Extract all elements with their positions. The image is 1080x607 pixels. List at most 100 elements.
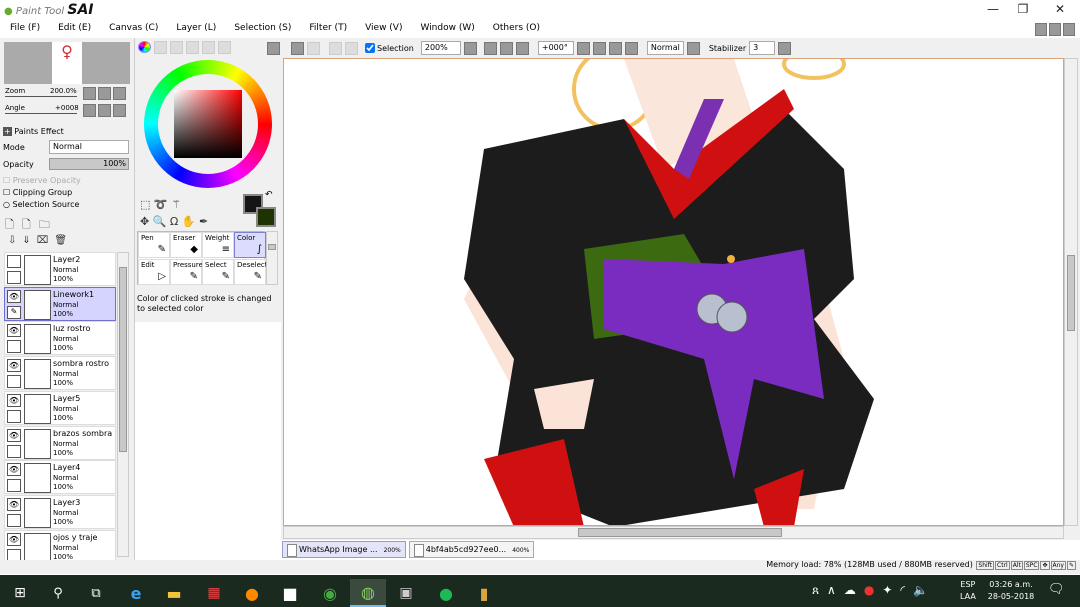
preserve-opacity-checkbox[interactable]: ☐ Preserve Opacity [3, 176, 81, 185]
rotate-tool-icon[interactable]: Ω [170, 215, 178, 228]
horizontal-scrollbar-thumb[interactable] [578, 528, 782, 537]
menu-window[interactable]: Window (W) [410, 20, 482, 38]
undo-button[interactable] [291, 41, 304, 55]
merge-down-icon[interactable]: ⇓ [22, 235, 30, 246]
tool-pressure[interactable]: Pressure ✎ [170, 259, 203, 285]
action-center-icon[interactable]: 🗨 [1048, 582, 1065, 597]
paints-effect-header[interactable]: + Paints Effect [3, 127, 64, 136]
layer-scrollbar[interactable] [117, 252, 129, 557]
vertical-scrollbar-thumb[interactable] [1067, 255, 1075, 331]
layer-row[interactable]: 👁 brazos sombra Normal 100% [4, 425, 116, 460]
opacity-slider[interactable]: 100% [49, 158, 129, 170]
angle-slider[interactable] [5, 113, 77, 114]
hand-icon[interactable]: ✋ [182, 215, 196, 228]
lock-toggle[interactable] [7, 271, 21, 284]
eyedropper-icon[interactable]: ✒ [199, 215, 208, 228]
new-folder-icon[interactable]: 🗀 [39, 216, 50, 235]
secondary-color-swatch[interactable] [256, 207, 276, 227]
stabilizer-dropdown[interactable] [778, 41, 792, 55]
dropbox-icon[interactable]: ✦ [882, 583, 892, 598]
close-button[interactable]: ✕ [1045, 2, 1075, 18]
rect-select-icon[interactable]: ⬚ [140, 198, 150, 211]
hue-wheel[interactable] [144, 60, 272, 188]
color-wheel-tab[interactable] [138, 41, 151, 53]
zoom-dropdown[interactable] [463, 41, 477, 55]
zoom-out-button[interactable] [83, 87, 96, 100]
magic-wand-icon[interactable]: ⚚ [171, 198, 181, 211]
people-icon[interactable]: ጸ [812, 583, 819, 598]
edge-icon[interactable]: e [118, 579, 154, 607]
firefox-icon[interactable]: ● [234, 579, 270, 607]
eye-icon[interactable]: 👁 [7, 393, 21, 407]
redo-button[interactable] [307, 41, 320, 55]
mega-icon[interactable]: ● [864, 583, 874, 598]
blend-mode-field[interactable]: Normal [646, 41, 684, 55]
restore-button[interactable]: ❐ [1008, 2, 1038, 18]
menu-filter[interactable]: Filter (T) [299, 20, 355, 38]
layer-scrollbar-thumb[interactable] [119, 267, 127, 452]
color-mixer-tab[interactable] [218, 41, 231, 54]
eye-icon[interactable]: 👁 [7, 359, 21, 373]
delete-layer-icon[interactable]: 🗑 [54, 235, 67, 246]
tool-select[interactable]: Select ✎ [202, 259, 234, 285]
minimize-button[interactable]: — [978, 2, 1008, 18]
tool-weight[interactable]: Weight ≡ [202, 232, 234, 258]
eye-icon[interactable]: 👁 [7, 324, 21, 338]
angle-field[interactable]: +000° [537, 41, 574, 55]
pen-lock-icon[interactable]: ✎ [7, 305, 21, 319]
toolbar-zoom-in[interactable] [499, 41, 513, 55]
clear-layer-icon[interactable]: ⌧ [37, 235, 49, 246]
eye-icon[interactable]: 👁 [7, 532, 21, 546]
navigator-preview[interactable]: ♀ [4, 42, 130, 84]
terminal-icon[interactable]: ▣ [388, 579, 424, 607]
stabilizer-field[interactable]: 3 [749, 41, 776, 55]
layer-row[interactable]: 👁 ✎ Linework1 Normal 100% [4, 286, 116, 321]
paint-tool-sai-icon[interactable]: ◍ [350, 579, 386, 607]
visibility-toggle[interactable] [7, 255, 21, 268]
scratchpad-tab[interactable] [202, 41, 215, 54]
zoom-in-button[interactable] [98, 87, 111, 100]
tool-color[interactable]: Color ∫ [234, 232, 266, 258]
selection-toggle[interactable]: Selection [365, 43, 414, 53]
drawing-canvas[interactable] [283, 58, 1064, 526]
layer-row[interactable]: 👁 luz rostro Normal 100% [4, 321, 116, 356]
lock-toggle[interactable] [7, 479, 21, 493]
layer-row[interactable]: 👁 Layer4 Normal 100% [4, 460, 116, 495]
vertical-scrollbar[interactable] [1064, 58, 1078, 526]
tool-scrollbar[interactable] [266, 231, 278, 285]
tool-deselect[interactable]: Deselect ✎ [234, 259, 268, 285]
rgb-slider-tab[interactable] [154, 41, 167, 54]
layer-row[interactable]: 👁 Layer3 Normal 100% [4, 494, 116, 529]
transfer-down-icon[interactable]: ⇩ [8, 235, 16, 246]
chrome-icon[interactable]: ◉ [312, 579, 348, 607]
invert-selection-button[interactable] [345, 41, 358, 55]
task-view-icon[interactable]: ⧉ [78, 579, 114, 607]
search-icon[interactable]: ⚲ [40, 579, 76, 607]
saturation-value-square[interactable] [174, 90, 242, 158]
rotate-ccw-button[interactable] [592, 41, 606, 55]
layer-row[interactable]: 👁 ojos y traje Normal 100% [4, 529, 116, 564]
eye-icon[interactable]: 👁 [7, 497, 21, 511]
eye-icon[interactable]: 👁 [7, 463, 21, 477]
lock-toggle[interactable] [7, 375, 21, 389]
mdi-restore-button[interactable] [1049, 23, 1061, 36]
hsv-slider-tab[interactable] [170, 41, 183, 54]
layer-row[interactable]: 👁 Layer5 Normal 100% [4, 390, 116, 425]
toolbar-zoom-out[interactable] [483, 41, 497, 55]
spotify-icon[interactable]: ● [428, 579, 464, 607]
rotate-left-button[interactable] [83, 104, 96, 117]
rotate-reset-button[interactable] [113, 104, 126, 117]
mdi-close-button[interactable] [1063, 23, 1075, 36]
menu-others[interactable]: Others (O) [483, 20, 548, 38]
menu-layer[interactable]: Layer (L) [166, 20, 224, 38]
tool-edit[interactable]: Edit ▷ [138, 259, 170, 285]
mode-select[interactable]: Normal [49, 140, 129, 154]
horizontal-scrollbar[interactable] [283, 526, 1064, 539]
clock[interactable]: 03:26 a.m. 28-05-2018 [984, 579, 1038, 603]
rotate-reset-tb-button[interactable] [624, 41, 638, 55]
menu-file[interactable]: File (F) [0, 20, 48, 38]
tool-pen[interactable]: Pen ✎ [138, 232, 170, 258]
angle-dropdown[interactable] [576, 41, 590, 55]
swap-colors-icon[interactable]: ↶ [265, 190, 273, 200]
selection-checkbox[interactable] [365, 43, 375, 53]
